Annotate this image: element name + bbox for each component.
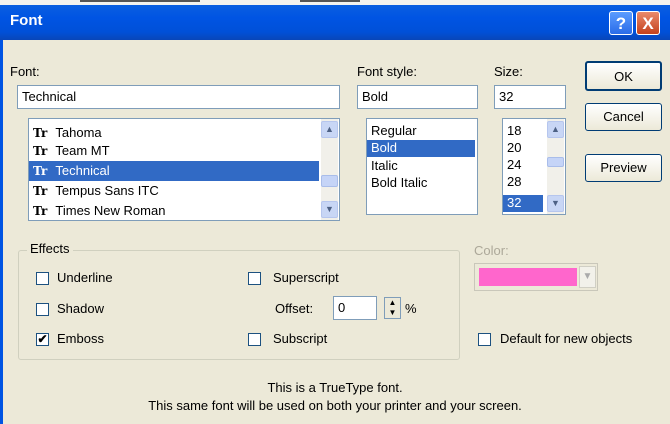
emboss-checkbox[interactable]: ✔ [36,333,49,346]
size-list-item[interactable]: 24 [507,157,521,173]
scroll-down-icon[interactable]: ▼ [321,201,338,218]
font-name-input[interactable]: Technical [17,85,340,109]
truetype-icon: Tr [33,144,48,158]
size-list[interactable]: 18 20 24 28 32 ▲ ▼ [502,118,566,215]
font-list-item[interactable]: Tr Team MT [33,141,317,161]
superscript-label[interactable]: Superscript [273,270,339,285]
truetype-icon: Tr [33,184,48,198]
style-list-item[interactable]: Italic [371,158,398,174]
font-list-item-selected[interactable]: Tr Technical [29,161,319,181]
truetype-icon: Tr [33,204,48,218]
default-new-objects-checkbox[interactable] [478,333,491,346]
ok-button[interactable]: OK [585,61,662,91]
size-list-item[interactable]: 28 [507,174,521,190]
printer-info: This same font will be used on both your… [148,398,522,413]
dialog-title: Font [10,12,43,29]
superscript-checkbox[interactable] [248,272,261,285]
font-style-label: Font style: [357,64,417,79]
scroll-down-icon[interactable]: ▼ [547,195,564,212]
size-label: Size: [494,64,523,79]
shadow-checkbox[interactable] [36,303,49,316]
scroll-up-icon[interactable]: ▲ [321,121,338,138]
truetype-info: This is a TrueType font. [267,380,403,395]
truetype-icon: Tr [33,126,48,140]
font-style-input[interactable]: Bold [357,85,478,109]
color-swatch [479,268,577,286]
emboss-label[interactable]: Emboss [57,331,104,346]
spin-down-icon[interactable]: ▼ [385,308,400,318]
chevron-down-icon[interactable]: ▼ [579,266,596,288]
underline-checkbox[interactable] [36,272,49,285]
scroll-thumb[interactable] [321,175,338,187]
scroll-thumb[interactable] [547,157,564,167]
offset-unit: % [405,301,417,316]
background-strip [0,0,670,5]
size-list-item[interactable]: 18 [507,123,521,139]
font-list[interactable]: Tr Tahoma Tr Team MT Tr Technical Tr Tempus … [28,118,340,221]
font-list-item[interactable]: Tr Tempus Sans ITC [33,181,317,201]
subscript-checkbox[interactable] [248,333,261,346]
style-list-item-selected[interactable]: Bold [367,140,475,157]
close-button[interactable]: X [636,11,660,35]
size-list-item[interactable]: 20 [507,140,521,156]
font-list-scrollbar[interactable]: ▲ ▼ [321,119,338,220]
font-label: Font: [10,64,40,79]
size-list-scrollbar[interactable]: ▲ ▼ [547,119,564,214]
subscript-label[interactable]: Subscript [273,331,327,346]
help-button[interactable]: ? [609,11,633,35]
scroll-up-icon[interactable]: ▲ [547,121,564,138]
size-list-item-selected[interactable]: 32 [503,195,543,212]
default-new-objects-label[interactable]: Default for new objects [500,331,632,346]
title-bar[interactable] [0,0,670,40]
effects-legend: Effects [27,241,73,256]
underline-label[interactable]: Underline [57,270,113,285]
color-dropdown[interactable]: ▼ [474,263,598,291]
style-list-item[interactable]: Bold Italic [371,175,427,191]
truetype-icon: Tr [33,164,48,178]
preview-button[interactable]: Preview [585,154,662,182]
font-style-list[interactable]: Regular Bold Italic Bold Italic [366,118,478,215]
font-list-item[interactable]: Tr Tahoma [33,123,317,143]
shadow-label[interactable]: Shadow [57,301,104,316]
offset-input[interactable]: 0 [333,296,377,320]
window-frame [0,40,3,424]
cancel-button[interactable]: Cancel [585,103,662,131]
offset-label: Offset: [275,301,314,316]
style-list-item[interactable]: Regular [371,123,417,139]
color-label: Color: [474,243,509,258]
size-input[interactable]: 32 [494,85,566,109]
offset-spinner[interactable]: ▲ ▼ [384,297,401,319]
font-list-item[interactable]: Tr Times New Roman [33,201,317,220]
spin-up-icon[interactable]: ▲ [385,298,400,308]
